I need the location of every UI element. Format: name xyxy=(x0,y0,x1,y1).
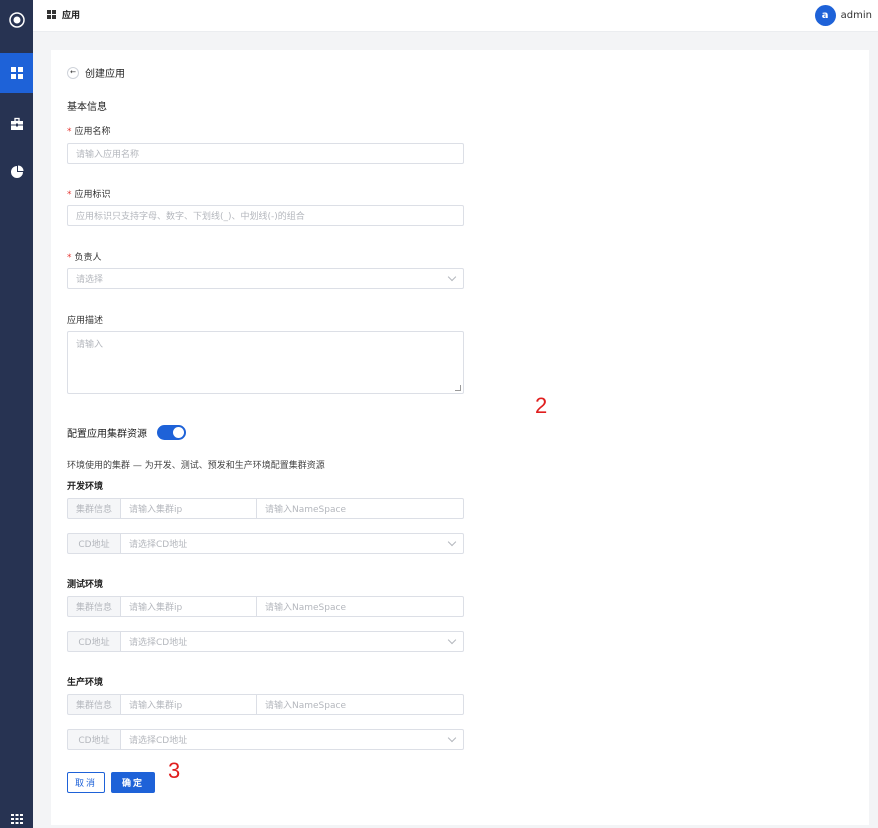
cluster-toggle-label: 配置应用集群资源 xyxy=(67,429,147,440)
test-cd-group: CD地址 请选择CD地址 xyxy=(67,631,464,652)
chevron-down-icon xyxy=(447,537,457,547)
cd-addon: CD地址 xyxy=(67,631,121,652)
cancel-button[interactable]: 取消 xyxy=(67,772,105,793)
confirm-button[interactable]: 确定 xyxy=(111,772,155,793)
test-cluster-ip-input[interactable]: 请输入集群ip xyxy=(121,596,257,617)
user-menu[interactable]: a admin xyxy=(814,5,872,26)
chevron-down-icon xyxy=(447,733,457,743)
sidebar xyxy=(0,0,33,828)
chevron-down-icon xyxy=(447,272,457,282)
app-name-label: * 应用名称 xyxy=(67,127,111,137)
env-title-test: 测试环境 xyxy=(67,580,104,590)
test-cluster-group: 集群信息 请输入集群ip 请输入NameSpace xyxy=(67,596,464,617)
avatar[interactable]: a xyxy=(814,5,836,26)
dev-cluster-group: 集群信息 请输入集群ip 请输入NameSpace xyxy=(67,498,464,519)
username[interactable]: admin xyxy=(841,10,872,21)
dev-cd-group: CD地址 请选择CD地址 xyxy=(67,533,464,554)
dev-namespace-input[interactable]: 请输入NameSpace xyxy=(257,498,464,519)
top-bar: 应用 a admin xyxy=(33,0,878,32)
required-marker-icon: * xyxy=(67,127,72,137)
owner-label: * 负责人 xyxy=(67,253,102,263)
description-label: 应用描述 xyxy=(67,316,104,326)
apps-grid-icon xyxy=(47,10,56,19)
app-id-input[interactable]: 应用标识只支持字母、数字、下划线(_)、中划线(-)的组合 xyxy=(67,205,464,226)
breadcrumb: 应用 xyxy=(47,8,80,21)
nav-pie-chart-icon[interactable] xyxy=(0,152,33,192)
cd-addon: CD地址 xyxy=(67,729,121,750)
breadcrumb-label: 应用 xyxy=(62,11,81,21)
app-id-label: * 应用标识 xyxy=(67,190,111,200)
cluster-addon: 集群信息 xyxy=(67,498,121,519)
prod-cd-select[interactable]: 请选择CD地址 xyxy=(121,729,464,750)
prod-namespace-input[interactable]: 请输入NameSpace xyxy=(257,694,464,715)
nav-toolbox-icon[interactable] xyxy=(0,104,33,144)
cluster-addon: 集群信息 xyxy=(67,694,121,715)
test-namespace-input[interactable]: 请输入NameSpace xyxy=(257,596,464,617)
nav-apps-grid-icon[interactable] xyxy=(0,53,33,93)
required-marker-icon: * xyxy=(67,190,72,200)
cluster-addon: 集群信息 xyxy=(67,596,121,617)
cluster-toggle-row: 配置应用集群资源 xyxy=(67,425,186,440)
env-title-prod: 生产环境 xyxy=(67,678,104,688)
logo-icon[interactable] xyxy=(0,0,33,40)
chevron-down-icon xyxy=(447,635,457,645)
cd-addon: CD地址 xyxy=(67,533,121,554)
resize-handle-icon[interactable] xyxy=(455,385,461,391)
test-cd-select[interactable]: 请选择CD地址 xyxy=(121,631,464,652)
prod-cd-group: CD地址 请选择CD地址 xyxy=(67,729,464,750)
prod-cluster-ip-input[interactable]: 请输入集群ip xyxy=(121,694,257,715)
dev-cluster-ip-input[interactable]: 请输入集群ip xyxy=(121,498,257,519)
dev-cd-select[interactable]: 请选择CD地址 xyxy=(121,533,464,554)
annotation-marker-2: 2 xyxy=(535,393,548,418)
form-card: ← 创建应用 基本信息 * 应用名称 请输入应用名称 * 应用标识 应用标识只支持字… xyxy=(51,50,869,825)
owner-select[interactable]: 请选择 xyxy=(67,268,464,289)
app-name-input[interactable]: 请输入应用名称 xyxy=(67,143,464,164)
description-textarea[interactable]: 请输入 xyxy=(67,331,464,394)
toggle-knob xyxy=(173,427,184,438)
app-menu-grid-icon[interactable] xyxy=(0,810,33,828)
required-marker-icon: * xyxy=(67,253,72,263)
back-header[interactable]: ← 创建应用 xyxy=(67,65,125,80)
cluster-toggle-switch[interactable] xyxy=(157,425,186,440)
section-title: 基本信息 xyxy=(67,102,107,113)
prod-cluster-group: 集群信息 请输入集群ip 请输入NameSpace xyxy=(67,694,464,715)
back-arrow-icon[interactable]: ← xyxy=(67,66,79,79)
page-title: 创建应用 xyxy=(85,69,125,80)
cluster-hint: 环境使用的集群 — 为开发、测试、预发和生产环境配置集群资源 xyxy=(67,461,325,471)
env-title-dev: 开发环境 xyxy=(67,482,104,492)
annotation-marker-3: 3 xyxy=(168,758,181,783)
